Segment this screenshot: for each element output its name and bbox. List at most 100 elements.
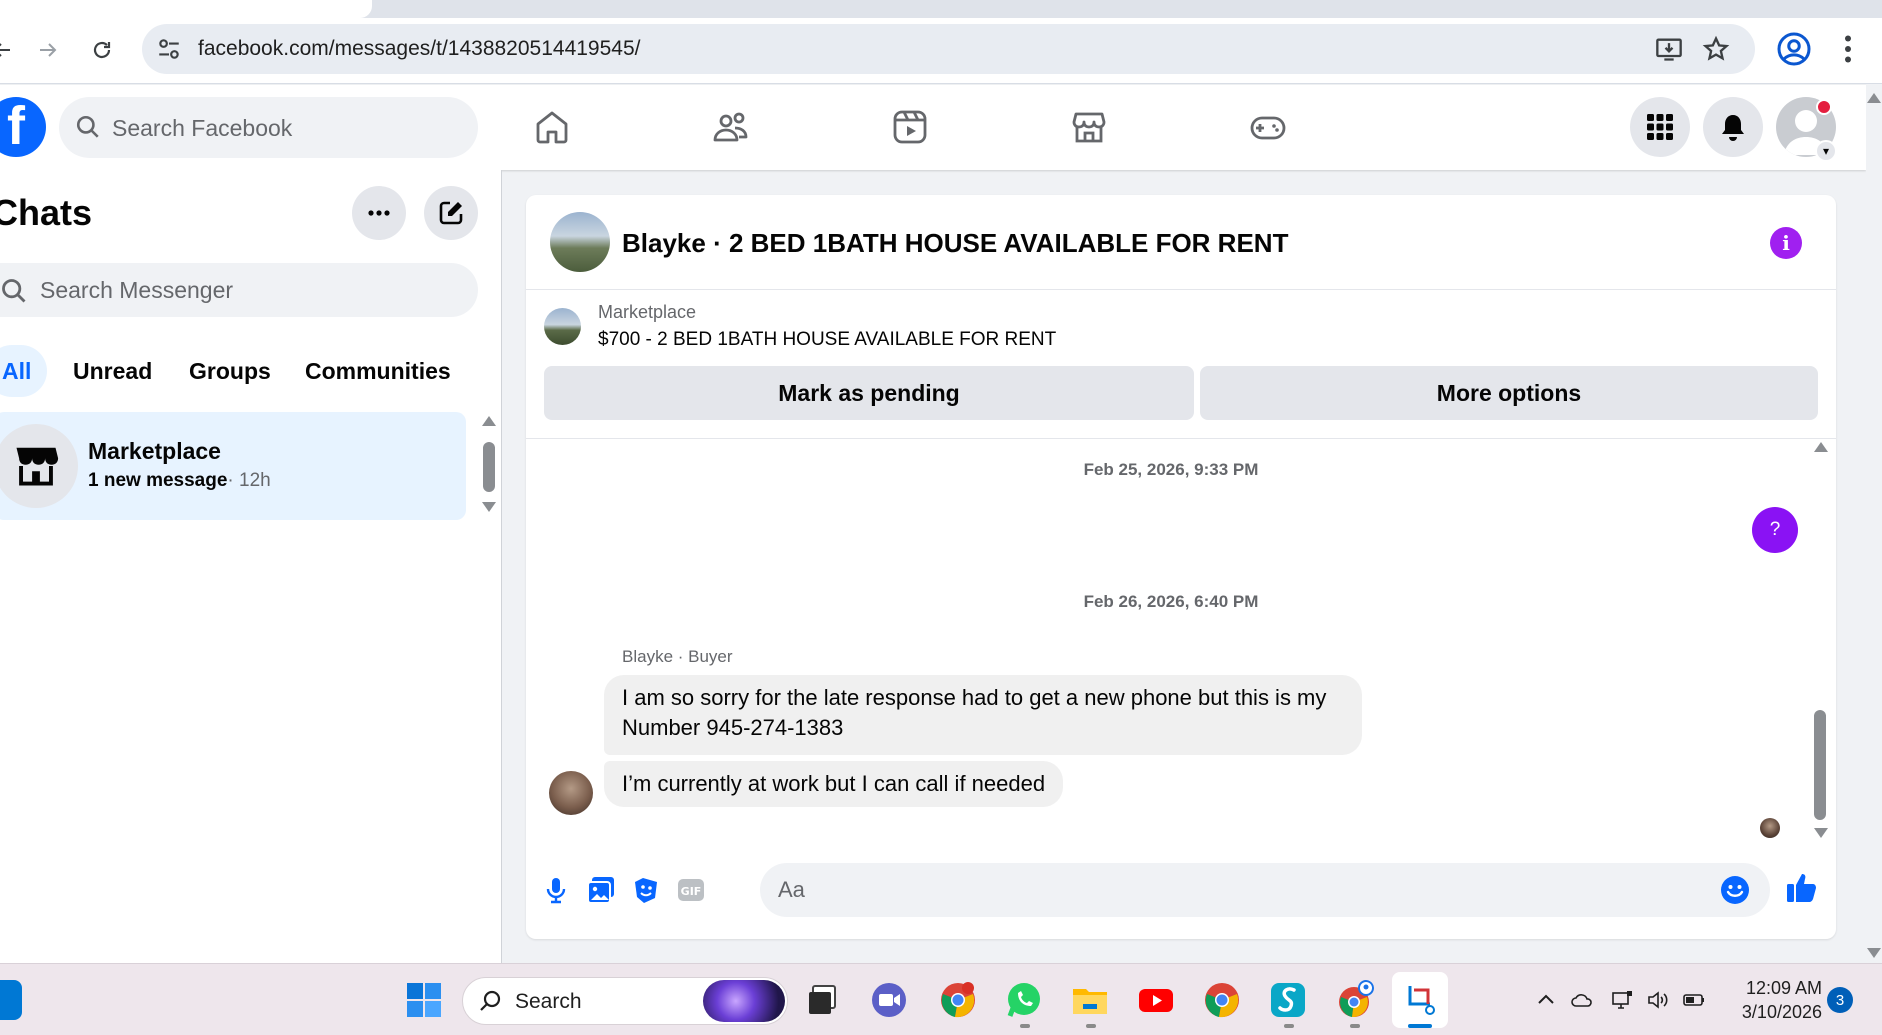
search-icon [76,115,99,138]
chat-list-item[interactable]: Marketplace 1 new message· 12h [0,412,466,520]
page-scrollbar[interactable] [1866,85,1882,963]
scroll-down-arrow-icon[interactable] [1867,948,1881,958]
search-placeholder: Search Facebook [112,115,293,141]
thumbs-up-icon[interactable] [1784,869,1820,905]
network-icon[interactable] [1610,988,1634,1012]
facebook-logo-icon[interactable]: f [0,97,46,157]
scroll-up-arrow-icon[interactable] [482,416,496,426]
message-input[interactable]: Aa [760,863,1770,917]
listing-title[interactable]: $700 - 2 BED 1BATH HOUSE AVAILABLE FOR R… [598,329,1056,351]
install-app-icon[interactable] [1655,35,1683,63]
youtube-icon[interactable] [1136,980,1176,1020]
chrome-icon[interactable] [1202,980,1242,1020]
notifications-button[interactable] [1703,97,1763,157]
forward-icon[interactable] [30,32,66,68]
message-scrollbar[interactable] [1812,440,1830,840]
chrome-profile-icon[interactable] [938,980,978,1020]
more-horizontal-icon [368,210,390,216]
filter-unread[interactable]: Unread [57,345,168,397]
grid-menu-icon [1647,114,1673,140]
task-view-icon[interactable] [803,980,843,1020]
clock-time: 12:09 AM [1745,978,1822,998]
scroll-down-arrow-icon[interactable] [482,502,496,512]
video-reels-icon[interactable] [890,107,930,147]
browser-tab-strip [0,0,1882,18]
notification-count-badge[interactable]: 3 [1827,987,1853,1013]
taskbar-search-input[interactable]: Search [462,977,788,1025]
volume-icon[interactable] [1646,988,1670,1012]
scroll-down-arrow-icon[interactable] [1814,828,1828,838]
active-indicator [1408,1024,1432,1028]
url-text[interactable]: facebook.com/messages/t/1438820514419545… [198,37,641,61]
scroll-up-arrow-icon[interactable] [1814,442,1828,452]
outgoing-message[interactable]: ? [1752,507,1798,553]
facebook-search-input[interactable]: Search Facebook [59,97,478,158]
back-icon[interactable] [0,32,20,68]
running-indicator [1350,1024,1360,1028]
incoming-message[interactable]: I’m currently at work but I can call if … [604,761,1064,807]
chrome-profile-2-icon[interactable] [1334,980,1374,1020]
marketplace-store-icon [16,447,59,486]
reload-icon[interactable] [84,32,120,68]
snipping-tool-active[interactable] [1392,972,1448,1028]
friends-icon[interactable] [711,107,751,147]
sidebar-scroll-thumb[interactable] [483,442,495,492]
photo-icon[interactable] [585,874,617,906]
clock-date: 3/10/2026 [1741,1002,1822,1022]
sender-avatar[interactable] [549,771,593,815]
file-explorer-icon[interactable] [1070,980,1110,1020]
compose-icon [439,201,463,225]
gif-icon[interactable]: GIF [675,874,707,906]
listing-thumbnail[interactable] [544,308,581,345]
more-options-button[interactable]: More options [1200,366,1818,420]
site-settings-icon[interactable] [156,36,182,62]
listing-avatar[interactable] [550,212,610,272]
messenger-search-input[interactable]: Search Messenger [0,263,478,317]
info-icon[interactable]: i [1770,227,1802,259]
sticker-icon[interactable] [630,874,662,906]
search-icon [480,990,501,1011]
running-indicator [1020,1024,1030,1028]
menu-button[interactable] [1630,97,1690,157]
emoji-icon[interactable] [1720,875,1750,905]
windows-start-icon[interactable] [404,980,444,1020]
messenger-search-placeholder: Search Messenger [40,277,234,303]
bookmark-star-icon[interactable] [1702,35,1730,63]
chevron-up-icon[interactable] [1534,988,1558,1012]
marketplace-icon[interactable] [1069,107,1109,147]
chat-time: · 12h [227,470,271,491]
message-composer: GIF Aa [526,855,1836,925]
teams-meet-icon[interactable] [869,980,909,1020]
home-icon[interactable] [532,107,572,147]
whatsapp-icon[interactable] [1004,980,1044,1020]
filter-groups[interactable]: Groups [173,345,287,397]
gaming-icon[interactable] [1248,107,1288,147]
filter-all[interactable]: All [0,345,48,397]
sidebar-scrollbar[interactable] [482,416,496,516]
system-clock[interactable]: 12:09 AM 3/10/2026 [1716,976,1822,1024]
filter-communities[interactable]: Communities [289,345,467,397]
app-s-icon[interactable] [1268,980,1308,1020]
browser-menu-icon[interactable] [1830,31,1866,67]
widgets-icon[interactable] [0,980,22,1020]
scroll-up-arrow-icon[interactable] [1867,93,1881,103]
facebook-top-nav: f Search Facebook ▾ [0,85,1866,170]
sender-label: Blayke · Buyer [622,647,733,666]
message-scroll-thumb[interactable] [1814,710,1826,820]
address-bar[interactable]: facebook.com/messages/t/1438820514419545… [142,24,1755,74]
chat-options-button[interactable] [352,186,406,240]
conversation-title[interactable]: Blayke · 2 BED 1BATH HOUSE AVAILABLE FOR… [622,228,1288,259]
svg-text:GIF: GIF [681,885,702,898]
battery-icon[interactable] [1682,988,1706,1012]
chat-name: Marketplace [88,438,221,464]
new-message-button[interactable] [424,186,478,240]
microphone-icon[interactable] [540,874,572,906]
profile-icon[interactable] [1776,31,1812,67]
seen-receipt-avatar [1760,818,1780,838]
chevron-down-icon[interactable]: ▾ [1815,140,1837,162]
onedrive-cloud-icon[interactable] [1570,988,1594,1012]
incoming-message[interactable]: I am so sorry for the late response had … [604,675,1362,755]
timestamp: Feb 26, 2026, 6:40 PM [1083,592,1259,611]
mark-as-pending-button[interactable]: Mark as pending [544,366,1194,420]
browser-tab[interactable] [0,0,372,18]
